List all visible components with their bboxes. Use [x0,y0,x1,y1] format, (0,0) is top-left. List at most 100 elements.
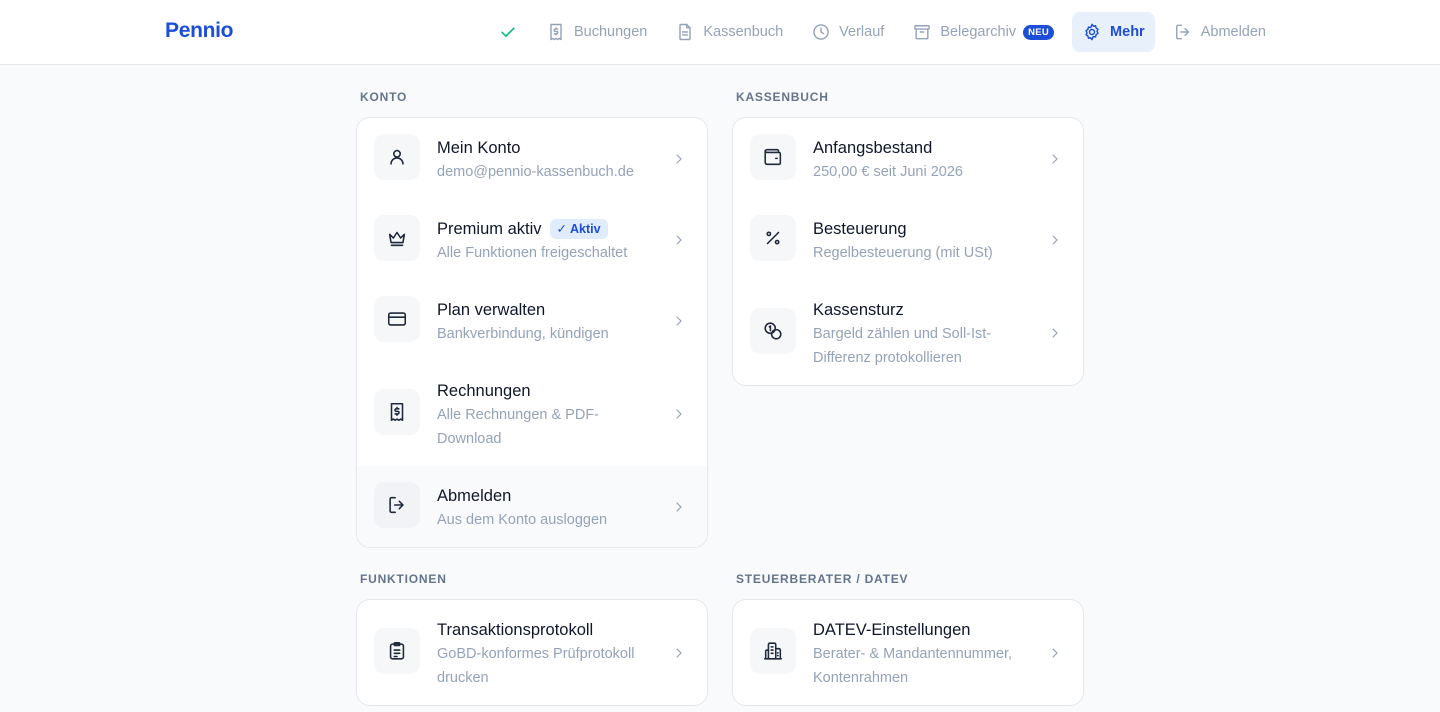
row-text: Kassensturz Bargeld zählen und Soll-Ist-… [813,296,1066,370]
section-title-konto: KONTO [360,90,408,104]
chevron-right-icon [671,406,687,422]
row-subtitle: Alle Rechnungen & PDF-Download [437,407,599,447]
row-text: Rechnungen Alle Rechnungen & PDF-Downloa… [437,377,690,451]
card-kassenbuch: Anfangsbestand 250,00 € seit Juni 2026 B… [732,117,1084,386]
row-subtitle: Bankverbindung, kündigen [437,326,609,342]
chevron-right-icon [671,151,687,167]
nav-item-kassenbuch[interactable]: Kassenbuch [665,12,793,52]
card-funktionen: Transaktionsprotokoll GoBD-konformes Prü… [356,599,708,706]
building-icon [763,642,783,660]
nav-item-label: Abmelden [1200,24,1266,40]
row-text: Premium aktiv ✓ Aktiv Alle Funktionen fr… [437,215,690,265]
row-anfangsbestand[interactable]: Anfangsbestand 250,00 € seit Juni 2026 [733,118,1083,199]
row-icon-box [750,215,796,261]
row-title-text: Premium aktiv [437,220,542,238]
gear-icon [1085,23,1099,41]
nav-status-check[interactable] [488,12,528,52]
chevron-right-icon [671,232,687,248]
section-title-funktionen: FUNKTIONEN [360,572,447,586]
row-icon-box [374,215,420,261]
credit-card-icon [387,312,407,326]
chevron-right-icon [671,645,687,661]
row-subtitle: Berater- & Mandantennummer, Kontenrahmen [813,646,1013,686]
row-kassensturz[interactable]: Kassensturz Bargeld zählen und Soll-Ist-… [733,280,1083,385]
row-title: Abmelden [437,487,512,505]
row-icon-box [374,296,420,342]
clock-icon [813,24,829,40]
chevron-right-icon [1047,645,1063,661]
nav-item-mehr[interactable]: Mehr [1072,12,1155,52]
logout-icon [1175,24,1189,40]
row-besteuerung[interactable]: Besteuerung Regelbesteuerung (mit USt) [733,199,1083,280]
archive-box-icon [914,25,931,40]
row-subtitle: Bargeld zählen und Soll-Ist-Differenz pr… [813,326,992,366]
row-icon-box [374,628,420,674]
chevron-right-icon [671,313,687,329]
user-icon [390,149,404,165]
row-icon-box [374,134,420,180]
row-icon-box [750,628,796,674]
card-konto: Mein Konto demo@pennio-kassenbuch.de Pre… [356,117,708,548]
receipt-dollar-icon [550,23,562,41]
wallet-icon [764,148,782,166]
nav-item-label: Mehr [1110,24,1145,40]
row-icon-box [374,482,420,528]
row-rechnungen[interactable]: Rechnungen Alle Rechnungen & PDF-Downloa… [357,361,707,466]
chevron-right-icon [1047,151,1063,167]
row-title: Anfangsbestand [813,139,933,157]
row-subtitle: 250,00 € seit Juni 2026 [813,164,963,180]
row-icon-box [374,389,420,435]
row-title: Besteuerung [813,220,907,238]
row-abmelden[interactable]: Abmelden Aus dem Konto ausloggen [357,466,707,547]
app-logo[interactable]: Pennio [165,19,234,43]
card-datev: DATEV-Einstellungen Berater- & Mandanten… [732,599,1084,706]
nav-item-label: Kassenbuch [703,24,784,40]
chevron-right-icon [1047,232,1063,248]
nav-item-belegarchiv[interactable]: Belegarchiv NEU [902,12,1064,52]
row-text: Transaktionsprotokoll GoBD-konformes Prü… [437,616,690,690]
nav-item-label: Verlauf [839,24,885,40]
nav-item-verlauf[interactable]: Verlauf [801,12,894,52]
document-icon [679,23,692,41]
row-icon-box [750,134,796,180]
row-text: Plan verwalten Bankverbindung, kündigen [437,296,690,346]
row-premium-aktiv[interactable]: Premium aktiv ✓ Aktiv Alle Funktionen fr… [357,199,707,280]
receipt-dollar-icon [390,402,404,422]
chevron-right-icon [1047,325,1063,341]
status-badge: ✓ Aktiv [549,219,608,239]
section-title-kassenbuch: KASSENBUCH [736,90,829,104]
logout-icon [389,496,404,514]
row-text: Besteuerung Regelbesteuerung (mit USt) [813,215,1066,265]
new-badge: NEU [1023,24,1055,40]
coins-icon [764,322,782,340]
row-datev-einstellungen[interactable]: DATEV-Einstellungen Berater- & Mandanten… [733,600,1083,705]
row-text: Anfangsbestand 250,00 € seit Juni 2026 [813,134,1066,184]
nav-item-abmelden[interactable]: Abmelden [1163,12,1276,52]
chevron-right-icon [671,499,687,515]
row-mein-konto[interactable]: Mein Konto demo@pennio-kassenbuch.de [357,118,707,199]
row-transaktionsprotokoll[interactable]: Transaktionsprotokoll GoBD-konformes Prü… [357,600,707,705]
row-icon-box [750,308,796,354]
row-text: Abmelden Aus dem Konto ausloggen [437,482,690,532]
clipboard-list-icon [389,641,405,660]
row-title: Plan verwalten [437,301,546,319]
row-plan-verwalten[interactable]: Plan verwalten Bankverbindung, kündigen [357,280,707,361]
nav-item-label: Buchungen [573,24,648,40]
nav-item-buchungen[interactable]: Buchungen [536,12,657,52]
row-title: Transaktionsprotokoll [437,621,594,639]
row-title: Mein Konto [437,139,521,157]
row-subtitle: Aus dem Konto ausloggen [437,512,608,528]
row-title: Rechnungen [437,382,531,400]
row-title: DATEV-Einstellungen [813,621,971,639]
row-title: Kassensturz [813,301,904,319]
section-title-datev: STEUERBERATER / DATEV [736,572,909,586]
row-title: Premium aktiv ✓ Aktiv [437,218,660,240]
row-subtitle: Alle Funktionen freigeschaltet [437,245,628,261]
row-subtitle: Regelbesteuerung (mit USt) [813,245,993,261]
main-nav: Buchungen Kassenbuch Verlauf Belegarchiv… [488,12,1276,52]
percent-icon [766,231,780,245]
crown-icon [388,231,406,247]
top-navigation-bar: Pennio Buchungen Kassenbuch Verlauf Bele… [0,0,1440,65]
row-text: Mein Konto demo@pennio-kassenbuch.de [437,134,690,184]
check-icon [501,27,515,38]
